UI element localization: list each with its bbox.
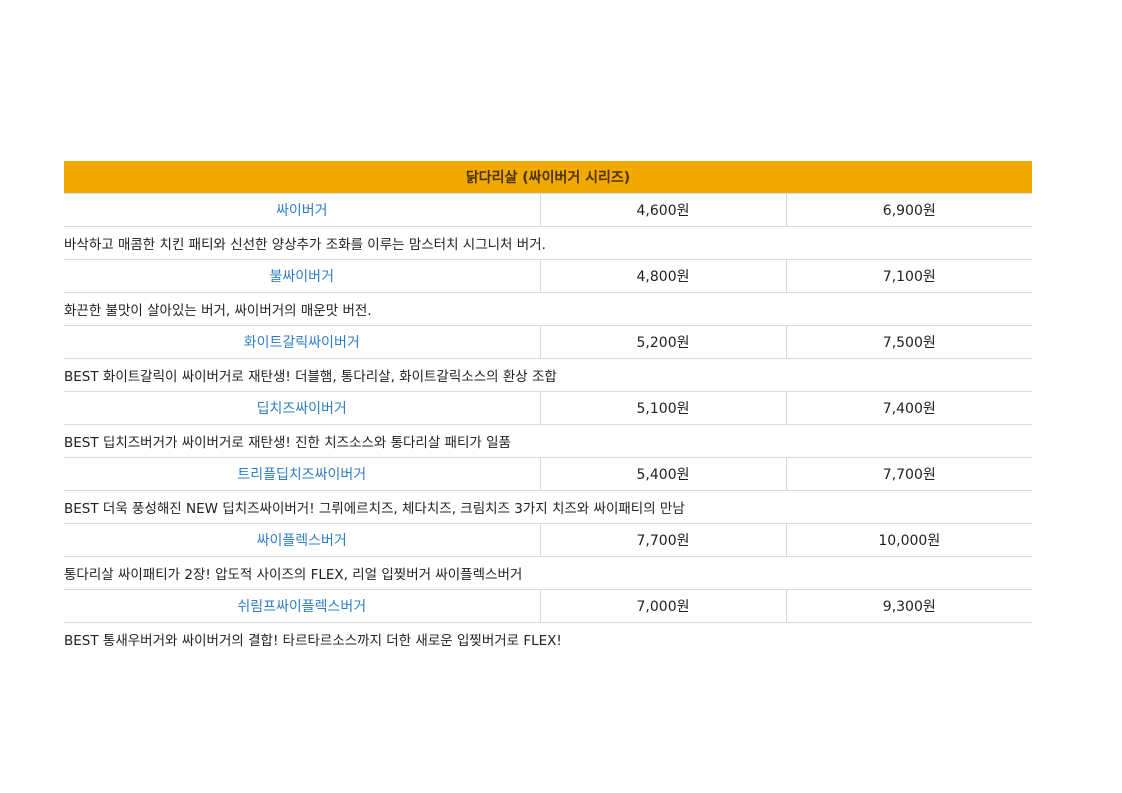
set-price: 7,500원 xyxy=(785,325,1033,359)
set-price: 10,000원 xyxy=(785,523,1033,557)
single-price: 5,200원 xyxy=(539,325,786,359)
set-price: 7,100원 xyxy=(785,259,1033,293)
single-price: 7,000원 xyxy=(539,589,786,623)
menu-item-name-link[interactable]: 트리플딥치즈싸이버거 xyxy=(64,457,540,491)
set-price: 7,400원 xyxy=(785,391,1033,425)
menu-item-description-row: 바삭하고 매콤한 치킨 패티와 신선한 양상추가 조화를 이루는 맘스터치 시그… xyxy=(64,226,1033,260)
menu-item-description-row: 통다리살 싸이패티가 2장! 압도적 사이즈의 FLEX, 리얼 입찢버거 싸이… xyxy=(64,556,1033,590)
menu-item-description-row: BEST 더욱 풍성해진 NEW 딥치즈싸이버거! 그뤼에르치즈, 체다치즈, … xyxy=(64,490,1033,524)
menu-item-row: 화이트갈릭싸이버거 5,200원 7,500원 xyxy=(64,325,1033,359)
menu-item-description-row: 화끈한 불맛이 살아있는 버거, 싸이버거의 매운맛 버전. xyxy=(64,292,1033,326)
menu-item-row: 싸이플렉스버거 7,700원 10,000원 xyxy=(64,523,1033,557)
menu-item-name-link[interactable]: 불싸이버거 xyxy=(64,259,540,293)
menu-item-description-row: BEST 화이트갈릭이 싸이버거로 재탄생! 더블햄, 통다리살, 화이트갈릭소… xyxy=(64,358,1033,392)
menu-item-description: 바삭하고 매콤한 치킨 패티와 신선한 양상추가 조화를 이루는 맘스터치 시그… xyxy=(64,226,1033,260)
menu-item-name-link[interactable]: 딥치즈싸이버거 xyxy=(64,391,540,425)
menu-item-row: 트리플딥치즈싸이버거 5,400원 7,700원 xyxy=(64,457,1033,491)
menu-item-name-link[interactable]: 싸이버거 xyxy=(64,193,540,227)
menu-item-name-link[interactable]: 화이트갈릭싸이버거 xyxy=(64,325,540,359)
menu-item-name-link[interactable]: 싸이플렉스버거 xyxy=(64,523,540,557)
single-price: 5,400원 xyxy=(539,457,786,491)
set-price: 7,700원 xyxy=(785,457,1033,491)
single-price: 7,700원 xyxy=(539,523,786,557)
menu-item-description: BEST 화이트갈릭이 싸이버거로 재탄생! 더블햄, 통다리살, 화이트갈릭소… xyxy=(64,358,1033,392)
menu-category-title: 닭다리살 (싸이버거 시리즈) xyxy=(64,161,1033,194)
single-price: 4,600원 xyxy=(539,193,786,227)
menu-item-description: BEST 통새우버거와 싸이버거의 결합! 타르타르소스까지 더한 새로운 입찢… xyxy=(64,633,562,649)
menu-table: 닭다리살 (싸이버거 시리즈) 싸이버거 4,600원 6,900원 바삭하고 … xyxy=(64,161,1033,656)
menu-item-row: 딥치즈싸이버거 5,100원 7,400원 xyxy=(64,391,1033,425)
menu-item-description: 화끈한 불맛이 살아있는 버거, 싸이버거의 매운맛 버전. xyxy=(64,292,1033,326)
menu-item-description: BEST 더욱 풍성해진 NEW 딥치즈싸이버거! 그뤼에르치즈, 체다치즈, … xyxy=(64,490,1033,524)
set-price: 6,900원 xyxy=(785,193,1033,227)
menu-item-row: 싸이버거 4,600원 6,900원 xyxy=(64,193,1033,227)
set-price: 9,300원 xyxy=(785,589,1033,623)
table-header-row: 닭다리살 (싸이버거 시리즈) xyxy=(64,161,1033,194)
menu-item-name-link[interactable]: 쉬림프싸이플렉스버거 xyxy=(64,589,540,623)
menu-item-row: 불싸이버거 4,800원 7,100원 xyxy=(64,259,1033,293)
menu-item-description-row: BEST 통새우버거와 싸이버거의 결합! 타르타르소스까지 더한 새로운 입찢… xyxy=(64,623,1032,656)
menu-item-description: BEST 딥치즈버거가 싸이버거로 재탄생! 진한 치즈소스와 통다리살 패티가… xyxy=(64,424,1033,458)
menu-item-description-row: BEST 딥치즈버거가 싸이버거로 재탄생! 진한 치즈소스와 통다리살 패티가… xyxy=(64,424,1033,458)
menu-item-row: 쉬림프싸이플렉스버거 7,000원 9,300원 xyxy=(64,589,1033,623)
single-price: 5,100원 xyxy=(539,391,786,425)
menu-item-description: 통다리살 싸이패티가 2장! 압도적 사이즈의 FLEX, 리얼 입찢버거 싸이… xyxy=(64,556,1033,590)
single-price: 4,800원 xyxy=(539,259,786,293)
